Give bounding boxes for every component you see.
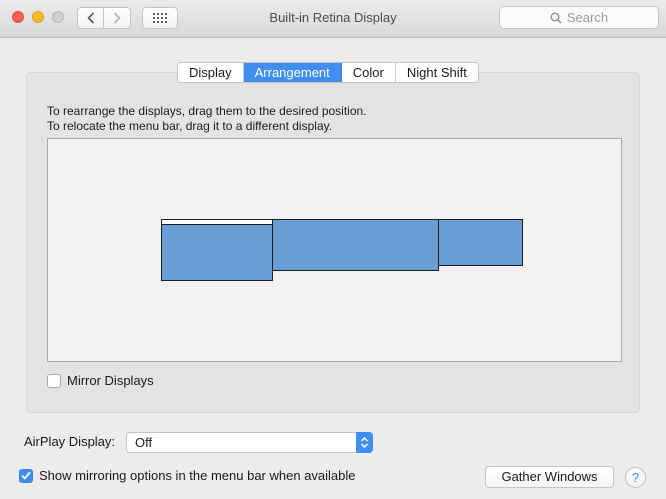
preferences-window: Built-in Retina Display Search Display A…	[0, 0, 666, 499]
display-tertiary-thumbnail[interactable]	[438, 219, 523, 266]
airplay-selected-value: Off	[135, 435, 153, 450]
search-placeholder: Search	[566, 10, 609, 25]
tab-arrangement[interactable]: Arrangement	[243, 63, 342, 82]
show-mirroring-row[interactable]: Show mirroring options in the menu bar w…	[19, 468, 356, 483]
window-title: Built-in Retina Display	[269, 10, 397, 25]
show-mirroring-label: Show mirroring options in the menu bar w…	[39, 468, 356, 483]
minimize-window-button[interactable]	[32, 11, 44, 23]
tab-color[interactable]: Color	[341, 63, 396, 82]
instruction-line-1: To rearrange the displays, drag them to …	[47, 104, 367, 118]
arrangement-instructions: To rearrange the displays, drag them to …	[47, 104, 367, 134]
checkmark-icon	[21, 471, 31, 480]
mirror-displays-label: Mirror Displays	[67, 373, 154, 388]
mirror-displays-checkbox[interactable]	[47, 373, 61, 388]
tab-display[interactable]: Display	[178, 63, 244, 82]
display-main-thumbnail[interactable]	[161, 219, 273, 281]
instruction-line-2: To relocate the menu bar, drag it to a d…	[47, 119, 333, 133]
show-mirroring-checkbox[interactable]	[19, 468, 33, 483]
airplay-label: AirPlay Display:	[24, 434, 116, 449]
chevron-right-icon	[113, 12, 121, 24]
airplay-select[interactable]: Off	[126, 432, 373, 453]
display-secondary-thumbnail[interactable]	[272, 219, 439, 271]
title-bar: Built-in Retina Display Search	[0, 0, 666, 38]
back-button[interactable]	[77, 7, 104, 29]
search-field[interactable]: Search	[499, 6, 659, 29]
chevron-left-icon	[86, 12, 94, 24]
tab-night-shift[interactable]: Night Shift	[395, 63, 478, 82]
forward-button[interactable]	[104, 7, 131, 29]
tab-bar: Display Arrangement Color Night Shift	[177, 62, 479, 83]
search-icon	[550, 12, 562, 24]
zoom-window-button[interactable]	[52, 11, 64, 23]
close-window-button[interactable]	[12, 11, 24, 23]
show-all-button[interactable]	[142, 7, 178, 29]
mirror-displays-row[interactable]: Mirror Displays	[47, 373, 154, 388]
popup-arrows-icon	[356, 432, 373, 453]
help-button[interactable]: ?	[625, 467, 646, 488]
gather-windows-button[interactable]: Gather Windows	[485, 466, 614, 488]
menu-bar-indicator[interactable]	[162, 220, 272, 225]
grid-icon	[153, 13, 167, 23]
display-arrangement-area	[47, 138, 622, 362]
